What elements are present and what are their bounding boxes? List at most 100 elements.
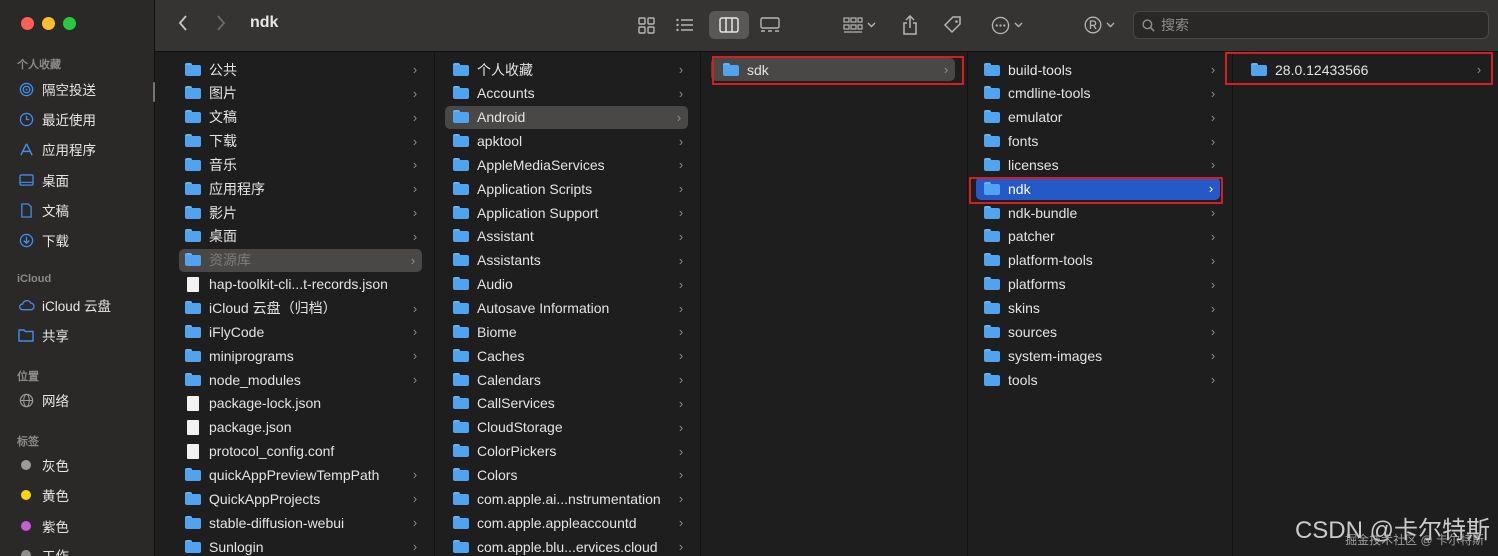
list-view-button[interactable] bbox=[672, 11, 698, 39]
file-row[interactable]: Autosave Information › bbox=[435, 297, 700, 320]
file-row[interactable]: node_modules › bbox=[155, 368, 434, 391]
chevron-right-icon: › bbox=[678, 181, 684, 197]
file-icon bbox=[185, 444, 201, 460]
chevron-right-icon: › bbox=[1476, 62, 1482, 77]
file-row[interactable]: ndk-bundle › bbox=[968, 201, 1232, 224]
file-row[interactable]: package-lock.json bbox=[155, 392, 434, 415]
folder-icon bbox=[984, 301, 1000, 315]
extension-button[interactable] bbox=[1081, 11, 1117, 39]
back-button[interactable] bbox=[177, 14, 189, 38]
sidebar-item-downloads[interactable]: 下载 bbox=[17, 228, 69, 252]
file-row[interactable]: com.apple.appleaccountd › bbox=[435, 511, 700, 534]
file-row[interactable]: protocol_config.conf bbox=[155, 440, 434, 463]
file-row[interactable]: build-tools › bbox=[968, 58, 1232, 81]
file-row[interactable]: stable-diffusion-webui › bbox=[155, 511, 434, 534]
file-row[interactable]: platform-tools › bbox=[968, 249, 1232, 272]
folder-icon bbox=[185, 229, 201, 243]
file-row[interactable]: Biome › bbox=[435, 320, 700, 343]
column-view-button[interactable] bbox=[709, 11, 749, 39]
file-row[interactable]: 资源库 › bbox=[179, 248, 422, 272]
file-row[interactable]: Application Scripts › bbox=[435, 177, 700, 200]
file-icon bbox=[185, 420, 201, 436]
file-row[interactable]: 应用程序 › bbox=[155, 177, 434, 200]
sidebar-item-applications[interactable]: 应用程序 bbox=[17, 137, 96, 161]
file-row[interactable]: 音乐 › bbox=[155, 153, 434, 176]
file-row[interactable]: QuickAppProjects › bbox=[155, 487, 434, 510]
file-row-label: package-lock.json bbox=[209, 395, 322, 412]
file-row[interactable]: system-images › bbox=[968, 344, 1232, 367]
file-row[interactable]: cmdline-tools › bbox=[968, 82, 1232, 105]
file-row[interactable]: AppleMediaServices › bbox=[435, 153, 700, 176]
file-row[interactable]: ColorPickers › bbox=[435, 440, 700, 463]
sidebar-item-airdrop[interactable]: 隔空投送 bbox=[17, 77, 96, 101]
file-row[interactable]: 公共 › bbox=[155, 58, 434, 81]
file-row[interactable]: apktool › bbox=[435, 130, 700, 153]
file-row[interactable]: ndk › bbox=[976, 177, 1220, 201]
sidebar-tag-gray[interactable]: 灰色 bbox=[17, 453, 69, 477]
file-row[interactable]: miniprograms › bbox=[155, 344, 434, 367]
sidebar-item-icloud-drive[interactable]: iCloud 云盘 bbox=[17, 293, 111, 317]
gallery-view-button[interactable] bbox=[756, 11, 784, 39]
file-row[interactable]: hap-toolkit-cli...t-records.json bbox=[155, 273, 434, 296]
folder-icon bbox=[453, 205, 469, 220]
chevron-right-icon: › bbox=[678, 372, 684, 388]
more-actions-button[interactable] bbox=[987, 11, 1027, 39]
file-row[interactable]: Application Support › bbox=[435, 201, 700, 224]
file-row[interactable]: Assistant › bbox=[435, 225, 700, 248]
file-row[interactable]: tools › bbox=[968, 368, 1232, 391]
icon-view-button[interactable] bbox=[633, 11, 659, 39]
file-row[interactable]: package.json bbox=[155, 416, 434, 439]
sidebar-tag-yellow[interactable]: 黄色 bbox=[17, 483, 69, 507]
file-row[interactable]: Assistants › bbox=[435, 249, 700, 272]
file-row[interactable]: patcher › bbox=[968, 225, 1232, 248]
file-row[interactable]: 影片 › bbox=[155, 201, 434, 224]
file-row[interactable]: com.apple.blu...ervices.cloud › bbox=[435, 535, 700, 556]
sidebar-item-network[interactable]: 网络 bbox=[17, 388, 69, 412]
sidebar-tag-purple[interactable]: 紫色 bbox=[17, 514, 69, 538]
file-row[interactable]: quickAppPreviewTempPath › bbox=[155, 463, 434, 486]
file-row[interactable]: 桌面 › bbox=[155, 225, 434, 248]
folder-icon bbox=[185, 205, 201, 220]
file-row[interactable]: Caches › bbox=[435, 344, 700, 367]
file-row[interactable]: 个人收藏 › bbox=[435, 58, 700, 81]
forward-button[interactable] bbox=[215, 14, 227, 38]
file-row[interactable]: 28.0.12433566 › bbox=[1233, 58, 1498, 81]
sidebar-tag-work[interactable]: 工作 bbox=[17, 543, 69, 556]
file-row[interactable]: emulator › bbox=[968, 106, 1232, 129]
sidebar-item-shared[interactable]: 共享 bbox=[17, 323, 69, 347]
chevron-right-icon: › bbox=[1210, 300, 1216, 316]
file-row[interactable]: licenses › bbox=[968, 153, 1232, 176]
sidebar-item-documents[interactable]: 文稿 bbox=[17, 198, 69, 222]
file-row[interactable]: Sunlogin › bbox=[155, 535, 434, 556]
file-row[interactable]: Colors › bbox=[435, 463, 700, 486]
file-row[interactable]: CloudStorage › bbox=[435, 416, 700, 439]
file-row[interactable]: iFlyCode › bbox=[155, 320, 434, 343]
sidebar-item-desktop[interactable]: 桌面 bbox=[17, 168, 69, 192]
minimize-window-button[interactable] bbox=[42, 17, 55, 30]
file-row[interactable]: Audio › bbox=[435, 273, 700, 296]
file-row[interactable]: Accounts › bbox=[435, 82, 700, 105]
zoom-window-button[interactable] bbox=[63, 17, 76, 30]
tags-button[interactable] bbox=[941, 11, 965, 39]
file-row[interactable]: sdk › bbox=[711, 58, 955, 81]
file-row[interactable]: sources › bbox=[968, 320, 1232, 343]
file-row[interactable]: platforms › bbox=[968, 273, 1232, 296]
file-row[interactable]: Calendars › bbox=[435, 368, 700, 391]
folder-icon bbox=[185, 348, 201, 363]
close-window-button[interactable] bbox=[21, 17, 34, 30]
file-row[interactable]: Android › bbox=[445, 105, 688, 129]
file-row[interactable]: CallServices › bbox=[435, 392, 700, 415]
file-row[interactable]: 下载 › bbox=[155, 130, 434, 153]
share-button[interactable] bbox=[899, 11, 921, 39]
file-row[interactable]: iCloud 云盘（归档） › bbox=[155, 297, 434, 320]
file-row[interactable]: 文稿 › bbox=[155, 106, 434, 129]
file-row[interactable]: fonts › bbox=[968, 130, 1232, 153]
search-field[interactable]: 搜索 bbox=[1133, 11, 1489, 39]
folder-icon bbox=[984, 348, 1000, 363]
file-row[interactable]: skins › bbox=[968, 297, 1232, 320]
group-by-button[interactable] bbox=[838, 11, 880, 39]
sidebar-item-recents[interactable]: 最近使用 bbox=[17, 107, 96, 131]
file-row[interactable]: com.apple.ai...nstrumentation › bbox=[435, 487, 700, 510]
file-row-label: Biome bbox=[477, 323, 517, 340]
file-row[interactable]: 图片 › bbox=[155, 82, 434, 105]
